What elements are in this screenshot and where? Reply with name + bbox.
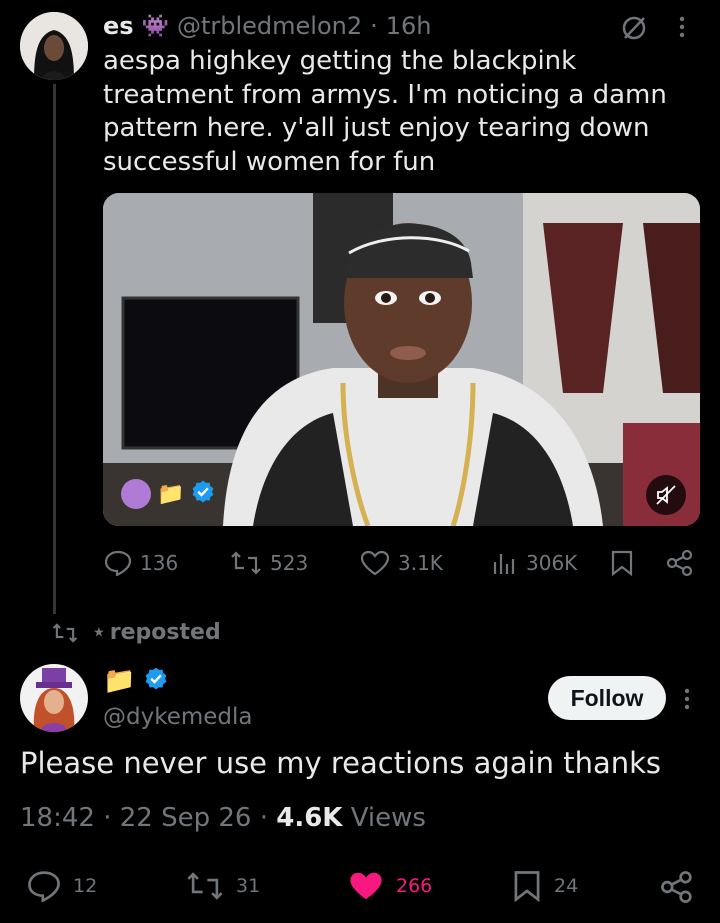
mute-icon[interactable] <box>620 14 648 46</box>
user-handle[interactable]: @dykemedla <box>103 704 253 730</box>
post-meta: 18:42 · 22 Sep 26 · 4.6K Views <box>20 803 426 833</box>
folder-emoji-icon: 📁 <box>103 666 136 696</box>
views-count: 4.6K <box>276 803 343 833</box>
bookmark-button[interactable]: 24 <box>512 870 578 902</box>
display-name[interactable]: es <box>103 12 134 40</box>
share-icon <box>666 549 693 577</box>
reply-icon <box>28 871 60 902</box>
views-count: 306K <box>526 551 578 575</box>
heart-icon <box>360 550 390 576</box>
post-date[interactable]: 22 Sep 26 <box>120 803 252 833</box>
thread-line <box>53 84 56 614</box>
quoted-post-text: aespa highkey getting the blackpink trea… <box>103 46 667 177</box>
reply-count: 12 <box>73 875 98 897</box>
reposted-indicator: ⋆ reposted <box>52 620 221 645</box>
post-time[interactable]: 18:42 <box>20 803 95 833</box>
video-thumbnail[interactable]: 📁 <box>103 193 700 526</box>
reply-button[interactable]: 12 <box>27 870 97 902</box>
bookmark-button[interactable] <box>610 550 634 580</box>
views-icon <box>493 554 515 574</box>
volume-muted-icon[interactable] <box>646 475 686 515</box>
repost-small-icon <box>52 622 78 643</box>
media-attribution-avatar <box>121 479 151 509</box>
avatar-image <box>20 12 88 80</box>
verified-badge-icon <box>190 479 216 509</box>
like-button[interactable]: 266 <box>348 870 432 902</box>
alien-emoji-icon: 👾 <box>141 13 169 39</box>
reposted-label: reposted <box>109 620 221 645</box>
post-text: Please never use my reactions again than… <box>20 746 662 780</box>
share-button[interactable] <box>666 549 694 581</box>
media-attribution: 📁 <box>121 479 216 509</box>
bookmark-icon <box>611 550 633 577</box>
more-options-icon[interactable] <box>677 686 697 716</box>
user-handle[interactable]: @trbledmelon2 <box>177 12 362 40</box>
repost-icon <box>231 551 261 575</box>
folder-emoji-icon: 📁 <box>157 481 185 507</box>
bookmark-count: 24 <box>554 875 579 897</box>
like-button[interactable]: 3.1K <box>360 550 443 576</box>
reply-icon <box>104 550 132 576</box>
heart-filled-icon <box>350 872 382 900</box>
like-count: 3.1K <box>398 551 443 575</box>
star-icon: ⋆ <box>92 620 106 645</box>
like-count: 266 <box>396 875 433 897</box>
views-button[interactable]: 306K <box>492 550 577 576</box>
repost-icon <box>187 872 223 900</box>
post-time[interactable]: 16h <box>386 12 432 40</box>
verified-badge-icon <box>143 666 169 696</box>
avatar-image <box>20 664 88 732</box>
repost-count: 31 <box>236 875 261 897</box>
quoted-post-header: es 👾 @trbledmelon2 · 16h <box>103 12 432 40</box>
reply-button[interactable]: 136 <box>104 550 178 576</box>
share-button[interactable] <box>660 870 694 908</box>
repost-button[interactable]: 523 <box>230 550 308 576</box>
video-frame <box>103 193 700 526</box>
share-icon <box>661 871 692 903</box>
repost-count: 523 <box>270 551 309 575</box>
more-options-icon[interactable] <box>672 14 692 40</box>
reply-count: 136 <box>140 551 179 575</box>
separator-dot: · <box>370 12 378 40</box>
bookmark-icon <box>514 871 540 902</box>
avatar[interactable] <box>20 12 88 80</box>
avatar[interactable] <box>20 664 88 732</box>
repost-button[interactable]: 31 <box>186 870 260 902</box>
follow-button[interactable]: Follow <box>548 676 666 720</box>
post-author-name[interactable]: 📁 <box>103 666 169 696</box>
views-label: Views <box>350 803 426 833</box>
